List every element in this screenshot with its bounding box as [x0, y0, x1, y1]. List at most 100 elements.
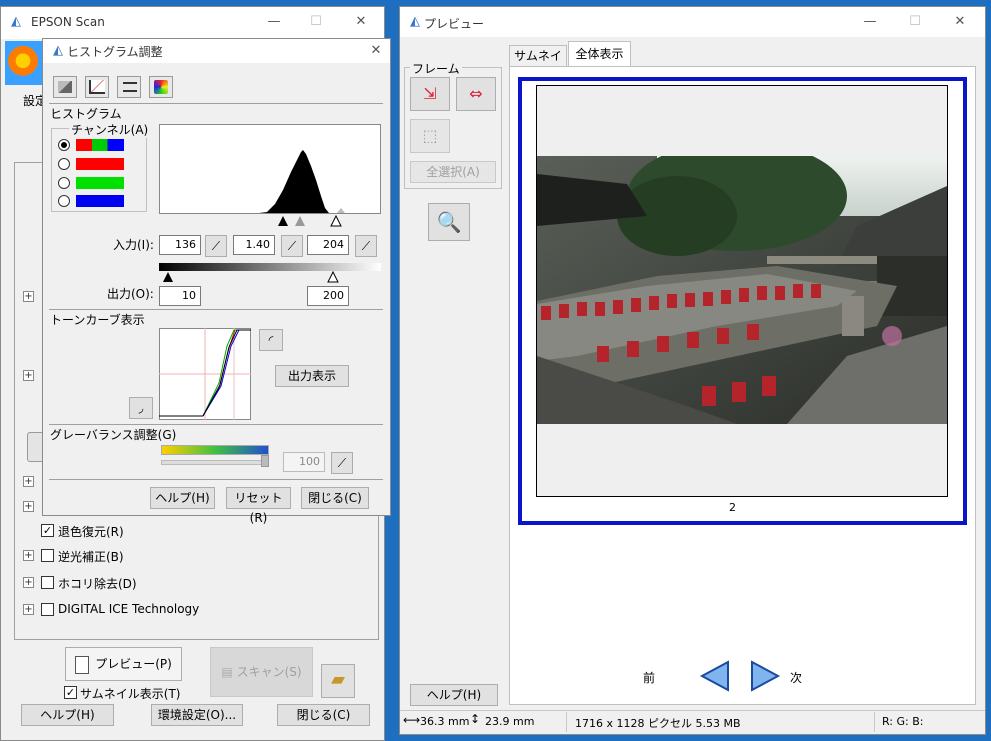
preview-title: プレビュー: [424, 17, 485, 31]
backlight-label: 逆光補正(B): [58, 550, 124, 564]
preview-close-button[interactable]: ✕: [945, 11, 975, 33]
gray-balance-field[interactable]: 100: [283, 452, 325, 472]
divider: [49, 479, 383, 480]
epson-title: EPSON Scan: [31, 15, 105, 29]
minimize-button[interactable]: —: [259, 11, 289, 33]
expand-icon[interactable]: +: [23, 604, 34, 615]
channel-green-radio[interactable]: [58, 177, 70, 189]
expand-icon[interactable]: +: [23, 291, 34, 302]
maximize-button[interactable]: ☐: [301, 11, 331, 33]
histogram-tool-icon[interactable]: [53, 76, 77, 98]
scan-button[interactable]: ▤ スキャン(S): [210, 647, 313, 697]
input-gamma-field[interactable]: 1.40: [233, 235, 275, 255]
curve-shape-button[interactable]: ◜: [259, 329, 283, 351]
channel-green-swatch: [76, 177, 124, 189]
tab-full-view[interactable]: 全体表示: [568, 41, 631, 67]
expand-icon[interactable]: +: [23, 550, 34, 561]
backlight-checkbox[interactable]: [41, 549, 54, 562]
zoom-button[interactable]: 🔍: [428, 203, 470, 241]
status-divider: [874, 712, 875, 732]
preview-image[interactable]: [537, 156, 947, 424]
image-adjust-tool-icon[interactable]: [117, 76, 141, 98]
curve-icon: ◜: [268, 333, 274, 347]
preview-button[interactable]: プレビュー(P): [65, 647, 182, 681]
histogram-help-button[interactable]: ヘルプ(H): [150, 487, 215, 509]
pipette-icon: ⟋: [361, 239, 371, 253]
frame-label: フレーム: [410, 60, 462, 77]
ice-checkbox[interactable]: [41, 603, 54, 616]
histogram-close-button[interactable]: ✕: [361, 40, 391, 62]
tone-curve-section-title: トーンカーブ表示: [50, 313, 145, 327]
expand-icon[interactable]: +: [23, 476, 34, 487]
status-rgb: R: G: B:: [882, 715, 924, 728]
marquee-button[interactable]: ⬚: [410, 119, 450, 153]
gray-balance-thumb[interactable]: [261, 455, 269, 467]
divider: [49, 103, 383, 104]
histogram-dialog: ◭ ヒストグラム調整 ✕ ヒストグラム チャンネル(A) 入力(I): 136 …: [42, 38, 391, 525]
prev-arrow-icon[interactable]: [698, 660, 732, 692]
thumbnail-label: サムネイル表示(T): [80, 687, 181, 701]
tab-thumbnail[interactable]: サムネイル: [509, 45, 567, 83]
frame-number: 2: [729, 501, 736, 514]
preview-help-button[interactable]: ヘルプ(H): [410, 684, 498, 706]
select-all-button[interactable]: 全選択(A): [410, 161, 496, 183]
tone-curve-graph: [159, 328, 251, 420]
histogram-titlebar: ◭ ヒストグラム調整 ✕: [43, 39, 390, 63]
curve-reset-button[interactable]: ◞: [129, 397, 153, 419]
tone-curve-tool-icon[interactable]: [85, 76, 109, 98]
preview-maximize-button[interactable]: ☐: [900, 11, 930, 33]
histogram-reset-button[interactable]: リセット(R): [226, 487, 291, 525]
input-label: 入力(I):: [113, 238, 154, 252]
channel-blue-radio[interactable]: [58, 195, 70, 207]
restore-label: 退色復元(R): [58, 525, 124, 539]
output-gradient-bar: [159, 263, 381, 271]
epson-titlebar: ◭ EPSON Scan — ☐ ✕: [1, 7, 384, 39]
channel-rgb-radio[interactable]: [58, 139, 70, 151]
restore-checkbox[interactable]: ✓: [41, 524, 54, 537]
output-slider-triangles[interactable]: [159, 271, 381, 283]
tab-full-view-label: 全体表示: [575, 47, 624, 61]
output-white-field[interactable]: 200: [307, 286, 349, 306]
channel-red-swatch: [76, 158, 124, 170]
next-arrow-icon[interactable]: [748, 660, 782, 692]
input-slider-triangles[interactable]: [159, 215, 381, 227]
divider: [49, 309, 383, 310]
output-label: 出力(O):: [107, 287, 154, 301]
expand-icon[interactable]: +: [23, 370, 34, 381]
expand-icon[interactable]: +: [23, 501, 34, 512]
white-pipette-button[interactable]: ⟋: [355, 235, 377, 257]
output-black-field[interactable]: 10: [159, 286, 201, 306]
expand-icon[interactable]: +: [23, 577, 34, 588]
split-frame-button[interactable]: ⇔: [456, 77, 496, 111]
preview-minimize-button[interactable]: —: [855, 11, 885, 33]
magnifier-icon: 🔍: [436, 210, 462, 234]
curve-icon: ◞: [138, 401, 144, 415]
epson-app-icon: ◭: [11, 14, 21, 29]
ice-label: DIGITAL ICE Technology: [58, 602, 200, 616]
input-white-field[interactable]: 204: [307, 235, 349, 255]
thumbnail-checkbox[interactable]: ✓: [64, 686, 77, 699]
output-display-button[interactable]: 出力表示: [275, 365, 349, 387]
auto-locate-button[interactable]: ⇲: [410, 77, 450, 111]
gray-balance-slider[interactable]: [161, 460, 269, 465]
pipette-icon: ⟋: [337, 456, 347, 470]
help-button[interactable]: ヘルプ(H): [21, 704, 114, 726]
pipette-icon: ⟋: [287, 239, 297, 253]
black-pipette-button[interactable]: ⟋: [205, 235, 227, 257]
input-black-field[interactable]: 136: [159, 235, 201, 255]
histogram-close-button-bottom[interactable]: 閉じる(C): [301, 487, 369, 509]
channel-red-radio[interactable]: [58, 158, 70, 170]
gray-pipette-button[interactable]: ⟋: [281, 235, 303, 257]
status-height: 23.9 mm: [485, 715, 535, 728]
folder-button[interactable]: ▰: [321, 664, 355, 698]
scan-button-label: スキャン(S): [236, 665, 302, 679]
color-palette-tool-icon[interactable]: [149, 76, 173, 98]
env-settings-button[interactable]: 環境設定(O)...: [151, 704, 243, 726]
close-window-button[interactable]: ✕: [346, 11, 376, 33]
dust-checkbox[interactable]: [41, 576, 54, 589]
gray-balance-section-title: グレーバランス調整(G): [50, 428, 177, 442]
gray-balance-pipette-button[interactable]: ⟋: [331, 452, 353, 474]
height-icon: ↕: [470, 712, 481, 726]
close-button[interactable]: 閉じる(C): [277, 704, 370, 726]
preview-button-label: プレビュー(P): [95, 657, 172, 671]
